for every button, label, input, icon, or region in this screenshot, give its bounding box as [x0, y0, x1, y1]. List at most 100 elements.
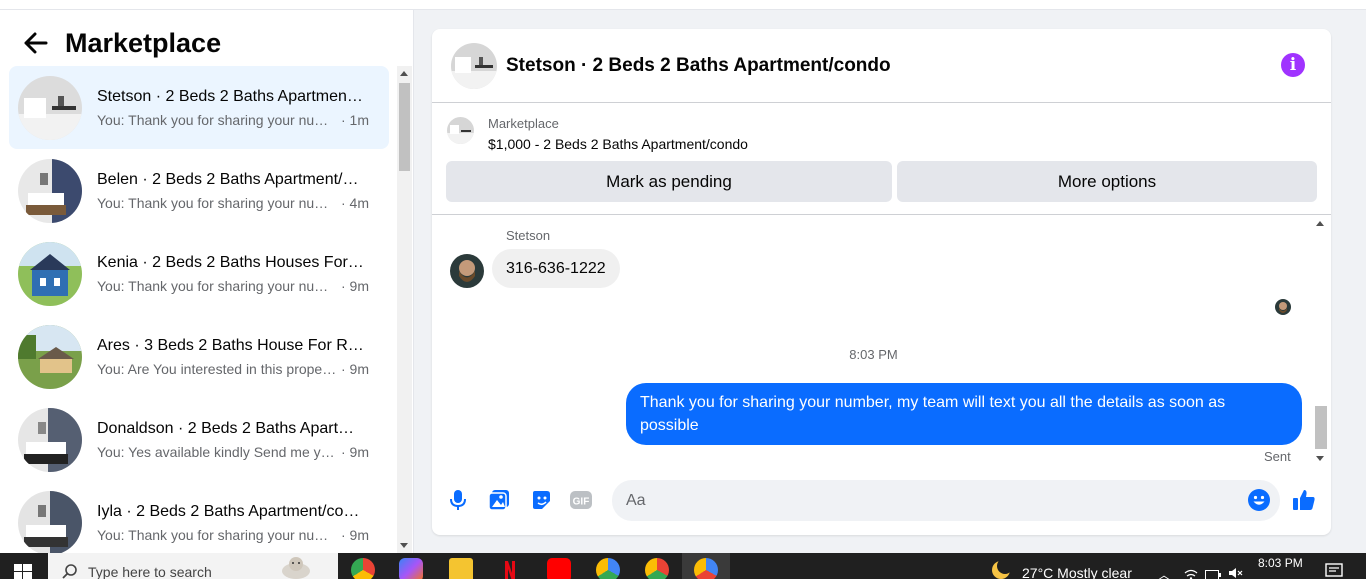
scroll-down-arrow[interactable] [1316, 456, 1324, 461]
wifi-icon[interactable] [1184, 567, 1198, 579]
scroll-up-arrow[interactable] [1316, 221, 1324, 226]
conversation-preview: You: Yes available kindly Send me your n… [97, 443, 337, 460]
conversation-time: · 9m [341, 526, 369, 543]
conversation-item[interactable]: Iyla · 2 Beds 2 Baths Apartment/condo Yo… [9, 481, 389, 553]
sender-avatar[interactable] [450, 254, 484, 288]
listing-avatar [18, 241, 82, 306]
scroll-down-arrow[interactable] [400, 543, 408, 548]
chat-avatar[interactable] [451, 43, 497, 89]
microphone-icon[interactable] [446, 488, 470, 512]
copilot-icon[interactable] [399, 558, 423, 579]
conversation-time: · 9m [341, 443, 369, 460]
chrome-profile-icon[interactable] [596, 558, 620, 579]
emoji-icon[interactable] [1247, 488, 1271, 512]
file-explorer-icon[interactable] [449, 558, 473, 579]
windows-taskbar: Type here to search 27°C Mostly clear ︿ … [0, 553, 1366, 579]
conversation-time: · 9m [341, 277, 369, 294]
battery-icon[interactable] [1205, 567, 1221, 579]
photo-icon[interactable] [487, 488, 511, 512]
conversation-item[interactable]: Kenia · 2 Beds 2 Baths Houses For Sale Y… [9, 232, 389, 315]
conversation-meta: You: Thank you for sharing your number, … [97, 525, 369, 545]
listing-avatar [18, 324, 82, 389]
message-input-box[interactable] [612, 480, 1280, 521]
back-arrow-icon[interactable] [22, 29, 50, 57]
chrome-profile-icon[interactable] [645, 558, 669, 579]
listing-avatar [18, 158, 82, 223]
chrome-icon[interactable] [351, 558, 375, 579]
scroll-up-arrow[interactable] [400, 71, 408, 76]
taskbar-search-text: Type here to search [88, 564, 212, 579]
conversation-meta: You: Are You interested in this property… [97, 359, 369, 379]
thumbs-up-icon[interactable] [1292, 488, 1316, 512]
scrollbar-thumb[interactable] [399, 83, 410, 171]
conversation-preview: You: Thank you for sharing your number, … [97, 526, 337, 543]
weather-text[interactable]: 27°C Mostly clear [1022, 565, 1132, 579]
message-composer: GIF [432, 470, 1331, 535]
conversation-scrollbar[interactable] [397, 66, 412, 553]
message-status: Sent [1264, 449, 1291, 464]
read-receipt-avatar [1275, 299, 1291, 315]
conversation-panel: Marketplace Stetson · 2 Beds 2 Baths Apa… [0, 10, 414, 553]
panel-title: Marketplace [65, 27, 222, 58]
conversation-name: Iyla · 2 Beds 2 Baths Apartment/condo [97, 502, 365, 520]
taskbar-clock[interactable]: 8:03 PM [1258, 556, 1303, 570]
more-options-button[interactable]: More options [897, 161, 1317, 202]
conversation-meta: You: Thank you for sharing your number, … [97, 110, 369, 130]
info-icon[interactable]: i [1281, 53, 1305, 77]
listing-price[interactable]: $1,000 - 2 Beds 2 Baths Apartment/condo [488, 136, 748, 152]
conversation-name: Belen · 2 Beds 2 Baths Apartment/condo [97, 170, 365, 188]
conversation-text: Ares · 3 Beds 2 Baths House For Rent You… [97, 335, 369, 379]
taskbar-search[interactable]: Type here to search [48, 553, 338, 579]
panel-header: Marketplace [22, 26, 221, 60]
notification-icon[interactable] [1325, 563, 1343, 579]
svg-text:GIF: GIF [573, 497, 590, 508]
conversation-preview: You: Thank you for sharing your number, … [97, 277, 337, 294]
listing-avatar [18, 490, 82, 553]
conversation-preview: You: Are You interested in this property [97, 360, 337, 377]
conversation-name: Ares · 3 Beds 2 Baths House For Rent [97, 336, 365, 354]
conversation-item[interactable]: Donaldson · 2 Beds 2 Baths Apartment/con… [9, 398, 389, 481]
conversation-list: Stetson · 2 Beds 2 Baths Apartment/condo… [9, 66, 389, 553]
outgoing-message: Thank you for sharing your number, my te… [626, 383, 1302, 445]
conversation-name: Donaldson · 2 Beds 2 Baths Apartment/con… [97, 419, 365, 437]
message-input[interactable] [626, 480, 1226, 521]
conversation-text: Kenia · 2 Beds 2 Baths Houses For Sale Y… [97, 252, 369, 296]
gif-icon[interactable]: GIF [569, 488, 593, 512]
conversation-item[interactable]: Belen · 2 Beds 2 Baths Apartment/condo Y… [9, 149, 389, 232]
scrollbar-thumb[interactable] [1315, 406, 1327, 449]
youtube-icon[interactable] [547, 558, 571, 579]
listing-thumbnail[interactable] [447, 117, 474, 144]
conversation-name: Kenia · 2 Beds 2 Baths Houses For Sale [97, 253, 365, 271]
conversation-meta: You: Thank you for sharing your number, … [97, 276, 369, 296]
netflix-icon[interactable] [498, 558, 522, 579]
conversation-time: · 1m [341, 111, 369, 128]
conversation-item[interactable]: Stetson · 2 Beds 2 Baths Apartment/condo… [9, 66, 389, 149]
conversation-preview: You: Thank you for sharing your number, … [97, 111, 337, 128]
chat-title[interactable]: Stetson · 2 Beds 2 Baths Apartment/condo [506, 55, 891, 77]
conversation-meta: You: Thank you for sharing your number, … [97, 193, 369, 213]
chevron-up-icon[interactable]: ︿ [1158, 566, 1170, 579]
listing-source-label: Marketplace [488, 116, 559, 131]
search-highlight-icon [276, 555, 316, 579]
conversation-item[interactable]: Ares · 3 Beds 2 Baths House For Rent You… [9, 315, 389, 398]
conversation-preview: You: Thank you for sharing your number, … [97, 194, 337, 211]
volume-muted-icon[interactable] [1228, 566, 1244, 579]
chat-scrollbar[interactable] [1313, 216, 1330, 466]
listing-avatar [18, 75, 82, 140]
mark-pending-button[interactable]: Mark as pending [446, 161, 892, 202]
chrome-active-icon[interactable] [694, 558, 718, 579]
browser-top-strip [0, 0, 1366, 10]
conversation-text: Belen · 2 Beds 2 Baths Apartment/condo Y… [97, 169, 369, 213]
conversation-text: Donaldson · 2 Beds 2 Baths Apartment/con… [97, 418, 369, 462]
conversation-name: Stetson · 2 Beds 2 Baths Apartment/condo [97, 87, 365, 105]
conversation-time: · 9m [341, 360, 369, 377]
listing-avatar [18, 407, 82, 472]
listing-card: Marketplace $1,000 - 2 Beds 2 Baths Apar… [432, 103, 1331, 215]
windows-start-icon[interactable] [14, 564, 32, 579]
message-thread: Stetson 316-636-1222 8:03 PM Thank you f… [432, 216, 1331, 468]
chat-panel: Stetson · 2 Beds 2 Baths Apartment/condo… [432, 29, 1331, 535]
conversation-text: Stetson · 2 Beds 2 Baths Apartment/condo… [97, 86, 369, 130]
conversation-time: · 4m [341, 194, 369, 211]
sticker-icon[interactable] [529, 488, 553, 512]
conversation-meta: You: Yes available kindly Send me your n… [97, 442, 369, 462]
